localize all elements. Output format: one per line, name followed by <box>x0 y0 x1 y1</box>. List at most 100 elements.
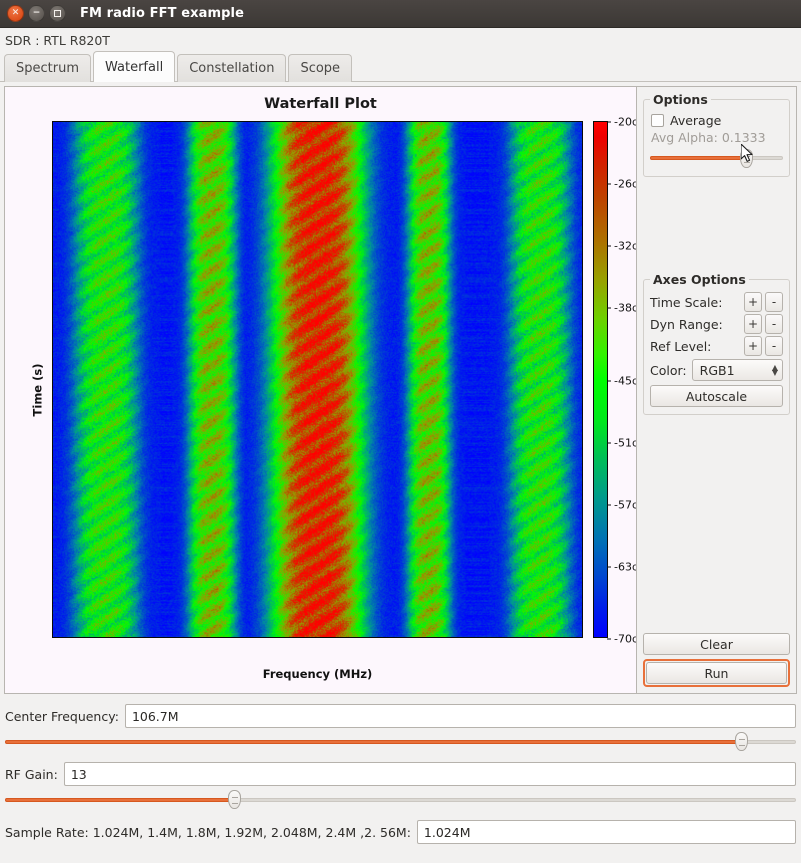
run-button[interactable]: Run <box>646 662 787 684</box>
plot-panel-wrapper: Waterfall Plot Time (s) 0 2 4 6 8 10 12 14 16 10… <box>4 86 797 694</box>
x-axis-tick: 106.7 <box>302 637 335 638</box>
center-frequency-slider-fill <box>5 740 741 744</box>
run-button-focus-ring: Run <box>643 659 790 687</box>
rf-gain-slider-handle[interactable] <box>228 790 242 809</box>
waterfall-canvas[interactable] <box>53 122 582 637</box>
rf-gain-slider-fill <box>5 798 235 802</box>
plot-title: Waterfall Plot <box>264 96 377 112</box>
panel-filler <box>643 418 790 633</box>
avg-alpha-slider-handle[interactable] <box>739 149 753 168</box>
sdr-device-label: SDR : RTL R820T <box>5 33 110 48</box>
spinner-arrows-icon: ▲ ▼ <box>771 363 778 377</box>
average-checkbox[interactable] <box>651 114 664 127</box>
y-axis-tick: 12 <box>52 271 53 285</box>
avg-alpha-slider-fill <box>650 156 746 160</box>
time-scale-minus-button[interactable]: - <box>765 292 783 312</box>
x-axis-tick: 106.2 <box>52 637 69 638</box>
axes-options-legend: Axes Options <box>653 272 746 287</box>
x-axis-tick: 106.8 <box>355 637 388 638</box>
color-select[interactable]: RGB1 ▲ ▼ <box>691 359 783 381</box>
dyn-range-minus-button[interactable]: - <box>765 314 783 334</box>
colorbar-tick-mark <box>607 566 611 568</box>
sample-rate-label: Sample Rate: 1.024M, 1.4M, 1.8M, 1.92M, … <box>5 824 411 840</box>
autoscale-button[interactable]: Autoscale <box>650 385 783 407</box>
colorbar-tick-mark <box>607 183 611 185</box>
y-axis-tick: 6 <box>52 452 53 466</box>
dyn-range-label: Dyn Range: <box>650 316 723 332</box>
y-axis-tick: 2 <box>52 572 53 586</box>
x-axis-tick: 107.1 <box>514 637 547 638</box>
options-spacer <box>643 180 790 272</box>
x-axis-label: Frequency (MHz) <box>262 667 373 681</box>
tab-bar: Spectrum Waterfall Constellation Scope <box>0 51 801 82</box>
time-scale-row: Time Scale: + - <box>650 292 783 312</box>
ref-level-label: Ref Level: <box>650 338 712 354</box>
y-axis-tick: 4 <box>52 512 53 526</box>
colorbar-tick-mark <box>607 307 611 309</box>
rf-gain-label: RF Gain: <box>5 766 58 782</box>
average-checkbox-row[interactable]: Average <box>651 113 783 128</box>
colorbar-tick-mark <box>607 245 611 247</box>
x-axis-tick: 106.3 <box>90 637 123 638</box>
rf-gain-slider[interactable] <box>5 789 796 811</box>
center-frequency-slider[interactable] <box>5 731 796 753</box>
y-axis-tick: 16 <box>52 151 53 165</box>
colorbar-tick-mark <box>607 504 611 506</box>
window-title: FM radio FFT example <box>80 6 244 21</box>
tab-scope[interactable]: Scope <box>288 54 353 82</box>
options-panel: Options Average Avg Alpha: 0.1333 Axes O… <box>636 87 796 693</box>
options-group: Options Average Avg Alpha: 0.1333 <box>643 92 790 177</box>
center-frequency-label: Center Frequency: <box>5 708 119 724</box>
y-axis-label: Time (s) <box>30 363 45 417</box>
y-axis-tick: 8 <box>52 392 53 406</box>
axes-options-group: Axes Options Time Scale: + - Dyn Range: … <box>643 272 790 415</box>
tab-spectrum[interactable]: Spectrum <box>4 54 91 82</box>
colorbar-tick-mark <box>607 638 611 640</box>
colorbar-tick-mark <box>607 380 611 381</box>
dyn-range-plus-button[interactable]: + <box>744 314 762 334</box>
y-axis-tick: 0 <box>52 632 53 638</box>
waterfall-canvas-container[interactable]: 0 2 4 6 8 10 12 14 16 106.2 106.3 106.4 106.5 106.6 1… <box>52 121 583 638</box>
time-scale-plus-button[interactable]: + <box>744 292 762 312</box>
avg-alpha-slider[interactable] <box>650 149 783 168</box>
center-frequency-row: Center Frequency: 106.7M <box>5 704 796 728</box>
x-axis-tick: 106.9 <box>408 637 441 638</box>
sample-rate-input[interactable]: 1.024M <box>416 820 796 844</box>
x-axis-tick: 107.2 <box>568 637 583 638</box>
color-select-value: RGB1 <box>699 362 735 378</box>
color-row: Color: RGB1 ▲ ▼ <box>650 359 783 381</box>
window-titlebar: ✕ − FM radio FFT example <box>0 0 801 28</box>
x-axis-tick: 106.6 <box>249 637 282 638</box>
bottom-controls: Center Frequency: 106.7M RF Gain: 13 Sam… <box>0 700 801 844</box>
ref-level-row: Ref Level: + - <box>650 336 783 356</box>
x-axis-tick: 106.4 <box>143 637 176 638</box>
ref-level-minus-button[interactable]: - <box>765 336 783 356</box>
colorbar-tick-mark <box>607 442 611 444</box>
average-label: Average <box>670 113 722 128</box>
minimize-icon[interactable]: − <box>28 5 45 22</box>
tab-waterfall[interactable]: Waterfall <box>93 51 176 82</box>
y-axis-tick: 10 <box>52 331 53 345</box>
color-label: Color: <box>650 362 687 378</box>
close-icon[interactable]: ✕ <box>7 5 24 22</box>
sample-rate-row: Sample Rate: 1.024M, 1.4M, 1.8M, 1.92M, … <box>5 820 796 844</box>
colorbar: -20dB -26dB -32dB -38dB -45dB -51dB -57dB -63dB… <box>593 116 647 646</box>
main-content: Waterfall Plot Time (s) 0 2 4 6 8 10 12 14 16 10… <box>0 82 801 700</box>
rf-gain-row: RF Gain: 13 <box>5 762 796 786</box>
options-group-legend: Options <box>653 92 708 107</box>
center-frequency-slider-handle[interactable] <box>734 732 748 751</box>
y-axis-tick: 14 <box>52 211 53 225</box>
center-frequency-input[interactable]: 106.7M <box>124 704 796 728</box>
maximize-icon[interactable] <box>49 5 66 22</box>
ref-level-plus-button[interactable]: + <box>744 336 762 356</box>
avg-alpha-label: Avg Alpha: 0.1333 <box>651 130 766 145</box>
dyn-range-row: Dyn Range: + - <box>650 314 783 334</box>
x-axis-tick: 106.5 <box>196 637 229 638</box>
x-axis-tick: 107 <box>467 637 489 638</box>
waterfall-plot-area: Waterfall Plot Time (s) 0 2 4 6 8 10 12 14 16 10… <box>5 87 647 693</box>
rf-gain-input[interactable]: 13 <box>63 762 796 786</box>
clear-button[interactable]: Clear <box>643 633 790 655</box>
colorbar-tick-mark <box>607 121 611 123</box>
time-scale-label: Time Scale: <box>650 294 723 310</box>
tab-constellation[interactable]: Constellation <box>177 54 287 82</box>
